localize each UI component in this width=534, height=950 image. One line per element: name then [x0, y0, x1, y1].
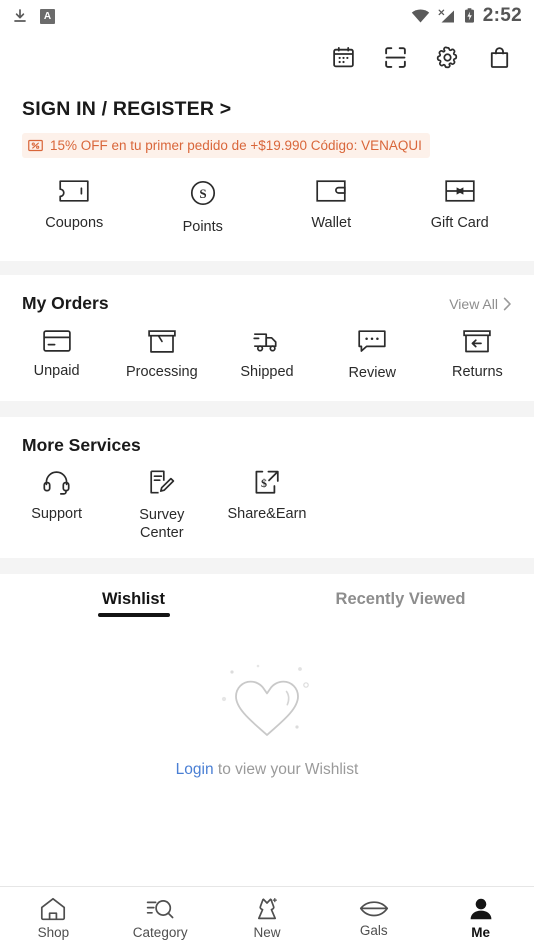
- order-status-review[interactable]: Review: [320, 330, 425, 382]
- service-label: Support: [31, 505, 82, 522]
- svg-text:$: $: [261, 476, 267, 490]
- order-status-label: Processing: [125, 364, 198, 381]
- battery-charging-icon: [464, 8, 475, 24]
- scan-icon[interactable]: [383, 45, 408, 70]
- tab-recently-viewed[interactable]: Recently Viewed: [267, 590, 534, 617]
- app-screen: A 2:52 SIGN IN / REGISTER > 15% OFF en t…: [0, 0, 534, 950]
- order-status-label: Review: [348, 365, 396, 382]
- heart-outline-icon: [212, 655, 322, 745]
- my-orders-title: My Orders: [22, 293, 109, 314]
- section-divider: [0, 557, 534, 574]
- promo-banner[interactable]: 15% OFF en tu primer pedido de +$19.990 …: [22, 133, 430, 159]
- order-status-label: Returns: [452, 364, 503, 381]
- check-in-calendar-icon[interactable]: [331, 45, 356, 70]
- lips-gals-icon: [359, 899, 389, 919]
- more-services-title: More Services: [22, 434, 141, 455]
- quick-action-points[interactable]: S Points: [139, 180, 268, 235]
- top-action-bar: [0, 32, 534, 82]
- account-section: SIGN IN / REGISTER > 15% OFF en tu prime…: [0, 82, 534, 159]
- coupon-percent-icon: [28, 139, 43, 152]
- shopping-bag-icon[interactable]: [487, 45, 512, 70]
- status-bar-right: 2:52: [411, 5, 522, 27]
- quick-action-wallet[interactable]: Wallet: [267, 180, 396, 235]
- nav-label: Category: [132, 925, 188, 940]
- service-label: Survey Center: [139, 506, 185, 541]
- view-all-orders-link[interactable]: View All: [449, 296, 512, 312]
- empty-message-text: to view your Wishlist: [213, 760, 359, 778]
- chevron-right-icon: [503, 297, 512, 311]
- login-link[interactable]: Login: [176, 761, 214, 778]
- tab-wishlist[interactable]: Wishlist: [0, 590, 267, 617]
- a-badge-icon: A: [40, 8, 55, 24]
- quick-actions-row: Coupons S Points Wallet Gift Card: [0, 158, 534, 261]
- quick-action-coupons[interactable]: Coupons: [10, 180, 139, 235]
- order-status-label: Unpaid: [33, 363, 80, 380]
- category-search-icon: [146, 897, 174, 921]
- service-support[interactable]: Support: [4, 470, 109, 542]
- my-orders-header: My Orders View All: [0, 275, 534, 314]
- service-share-earn[interactable]: $ Share&Earn: [214, 470, 319, 542]
- quick-action-label: Gift Card: [430, 215, 489, 232]
- wifi-icon: [411, 9, 430, 24]
- unpaid-card-icon: [42, 330, 71, 353]
- survey-edit-icon: [149, 469, 175, 496]
- svg-text:S: S: [199, 186, 206, 201]
- sign-in-register-button[interactable]: SIGN IN / REGISTER >: [22, 98, 512, 121]
- quick-action-label: Points: [182, 219, 223, 236]
- wallet-icon: [316, 180, 346, 203]
- download-icon: [12, 8, 28, 24]
- order-status-label: Shipped: [240, 364, 294, 381]
- wishlist-empty-message: Login to view your Wishlist: [176, 761, 359, 779]
- nav-item-category[interactable]: Category: [107, 887, 214, 950]
- person-icon: [468, 897, 494, 921]
- cell-signal-off-icon: [438, 9, 456, 24]
- nav-label: Shop: [37, 925, 70, 940]
- status-bar-clock: 2:52: [482, 5, 522, 26]
- my-orders-row: Unpaid Processing Shipped Review Returns: [0, 314, 534, 400]
- status-bar: A 2:52: [0, 0, 534, 32]
- review-bubble-icon: [358, 330, 386, 354]
- quick-action-label: Wallet: [311, 215, 352, 232]
- gift-card-icon: [445, 180, 475, 203]
- settings-gear-icon[interactable]: [435, 45, 460, 70]
- order-status-processing[interactable]: Processing: [109, 330, 214, 382]
- returns-icon: [463, 330, 492, 353]
- order-status-returns[interactable]: Returns: [425, 330, 530, 382]
- nav-item-shop[interactable]: Shop: [0, 887, 107, 950]
- delivery-truck-icon: [252, 330, 282, 353]
- more-services-header: More Services: [0, 417, 534, 456]
- section-divider: [0, 400, 534, 417]
- quick-action-gift-card[interactable]: Gift Card: [396, 180, 525, 235]
- dress-new-icon: [254, 897, 280, 921]
- section-divider: [0, 261, 534, 276]
- service-label: Share&Earn: [227, 505, 307, 522]
- ticket-icon: [59, 180, 89, 203]
- package-box-icon: [148, 330, 176, 354]
- view-all-label: View All: [449, 296, 498, 313]
- wishlist-empty-state: Login to view your Wishlist: [0, 617, 534, 886]
- headset-icon: [43, 470, 70, 495]
- quick-action-label: Coupons: [45, 215, 104, 232]
- status-bar-left: A: [12, 8, 55, 24]
- nav-item-gals[interactable]: Gals: [320, 887, 427, 950]
- nav-label: Gals: [359, 923, 388, 938]
- wishlist-tabs: Wishlist Recently Viewed: [0, 574, 534, 617]
- nav-item-new[interactable]: New: [214, 887, 321, 950]
- service-survey-center[interactable]: Survey Center: [109, 469, 214, 542]
- nav-label: New: [253, 925, 281, 940]
- home-icon: [40, 897, 66, 921]
- more-services-row: Support Survey Center $ Share&Earn: [0, 456, 534, 558]
- points-coin-icon: S: [190, 180, 216, 206]
- bottom-navigation: Shop Category New Gals Me: [0, 886, 534, 950]
- promo-text: 15% OFF en tu primer pedido de +$19.990 …: [50, 138, 422, 154]
- nav-item-me[interactable]: Me: [427, 887, 534, 950]
- share-earn-icon: $: [254, 470, 280, 495]
- order-status-shipped[interactable]: Shipped: [214, 330, 319, 382]
- order-status-unpaid[interactable]: Unpaid: [4, 330, 109, 382]
- nav-label: Me: [471, 925, 490, 940]
